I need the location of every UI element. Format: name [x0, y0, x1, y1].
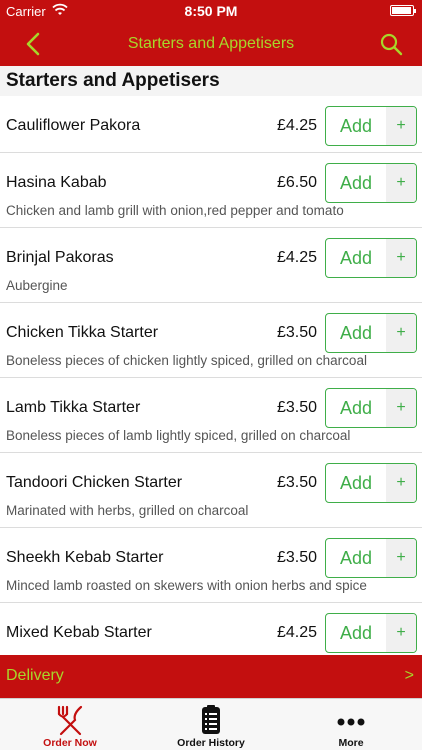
tab-order-history[interactable]: Order History: [141, 699, 281, 750]
add-button[interactable]: Add +: [325, 463, 417, 503]
plus-icon[interactable]: +: [386, 464, 416, 502]
add-button-label[interactable]: Add: [326, 314, 386, 352]
fork-knife-icon[interactable]: [53, 704, 87, 736]
item-name: Mixed Kebab Starter: [6, 624, 152, 641]
add-button[interactable]: Add +: [325, 106, 417, 146]
menu-item: Hasina Kabab £6.50 Chicken and lamb gril…: [0, 153, 422, 228]
item-name: Sheekh Kebab Starter: [6, 549, 164, 566]
add-button[interactable]: Add +: [325, 538, 417, 578]
section-title: Starters and Appetisers: [6, 70, 220, 91]
clipboard-list-icon[interactable]: [194, 704, 228, 736]
tab-order-now[interactable]: Order Now: [0, 699, 140, 750]
item-description: Chicken and lamb grill with onion,red pe…: [6, 203, 344, 218]
item-price: £4.25: [276, 249, 317, 266]
tab-bar: Order Now Order History More: [0, 698, 422, 750]
item-description: Boneless pieces of chicken lightly spice…: [6, 353, 367, 368]
item-name: Hasina Kabab: [6, 174, 107, 191]
delivery-label[interactable]: Delivery: [6, 667, 64, 685]
status-bar: Carrier 8:50 PM: [0, 0, 422, 22]
add-button-label[interactable]: Add: [326, 539, 386, 577]
menu-item: Sheekh Kebab Starter £3.50 Minced lamb r…: [0, 528, 422, 603]
item-name: Cauliflower Pakora: [6, 117, 141, 134]
add-button[interactable]: Add +: [325, 163, 417, 203]
add-button[interactable]: Add +: [325, 313, 417, 353]
item-description: Aubergine: [6, 278, 68, 293]
plus-icon[interactable]: +: [386, 164, 416, 202]
navigation-bar: Starters and Appetisers: [0, 22, 422, 66]
tab-label[interactable]: Order History: [141, 737, 281, 749]
add-button-label[interactable]: Add: [326, 389, 386, 427]
item-price: £3.50: [276, 549, 317, 566]
menu-item: Chicken Tikka Starter £3.50 Boneless pie…: [0, 303, 422, 378]
add-button-label[interactable]: Add: [326, 614, 386, 652]
item-price: £3.50: [276, 399, 317, 416]
menu-item: Tandoori Chicken Starter £3.50 Marinated…: [0, 453, 422, 528]
item-description: Marinated with herbs, grilled on charcoa…: [6, 503, 249, 518]
item-name: Tandoori Chicken Starter: [6, 474, 183, 491]
tab-more[interactable]: More: [281, 699, 421, 750]
item-name: Lamb Tikka Starter: [6, 399, 141, 416]
menu-item: Cauliflower Pakora £4.25 Add +: [0, 96, 422, 153]
item-description: Boneless pieces of lamb lightly spiced, …: [6, 428, 351, 443]
tab-label[interactable]: Order Now: [0, 737, 140, 749]
nav-title: Starters and Appetisers: [127, 35, 295, 52]
menu-item: Mixed Kebab Starter £4.25 Add +: [0, 603, 422, 655]
chevron-right-icon[interactable]: >: [405, 667, 414, 685]
search-icon[interactable]: [378, 31, 404, 57]
plus-icon[interactable]: +: [386, 614, 416, 652]
item-price: £6.50: [276, 174, 317, 191]
plus-icon[interactable]: +: [386, 389, 416, 427]
add-button-label[interactable]: Add: [326, 464, 386, 502]
tab-label[interactable]: More: [281, 737, 421, 749]
item-price: £4.25: [276, 624, 317, 641]
item-price: £4.25: [276, 117, 317, 134]
more-dots-icon[interactable]: [334, 704, 368, 736]
add-button-label[interactable]: Add: [326, 107, 386, 145]
add-button[interactable]: Add +: [325, 613, 417, 653]
item-price: £3.50: [276, 474, 317, 491]
clock: 8:50 PM: [184, 3, 238, 19]
section-header: Starters and Appetisers: [0, 66, 422, 96]
add-button[interactable]: Add +: [325, 238, 417, 278]
battery-icon: [390, 5, 416, 16]
menu-item: Brinjal Pakoras £4.25 Aubergine Add +: [0, 228, 422, 303]
add-button[interactable]: Add +: [325, 388, 417, 428]
item-description: Minced lamb roasted on skewers with onio…: [6, 578, 367, 593]
plus-icon[interactable]: +: [386, 314, 416, 352]
item-price: £3.50: [276, 324, 317, 341]
plus-icon[interactable]: +: [386, 539, 416, 577]
menu-item: Lamb Tikka Starter £3.50 Boneless pieces…: [0, 378, 422, 453]
item-name: Chicken Tikka Starter: [6, 324, 159, 341]
item-name: Brinjal Pakoras: [6, 249, 114, 266]
plus-icon[interactable]: +: [386, 107, 416, 145]
plus-icon[interactable]: +: [386, 239, 416, 277]
delivery-bar[interactable]: Delivery >: [0, 655, 422, 698]
add-button-label[interactable]: Add: [326, 239, 386, 277]
menu-list[interactable]: Cauliflower Pakora £4.25 Add + Hasina Ka…: [0, 96, 422, 655]
add-button-label[interactable]: Add: [326, 164, 386, 202]
